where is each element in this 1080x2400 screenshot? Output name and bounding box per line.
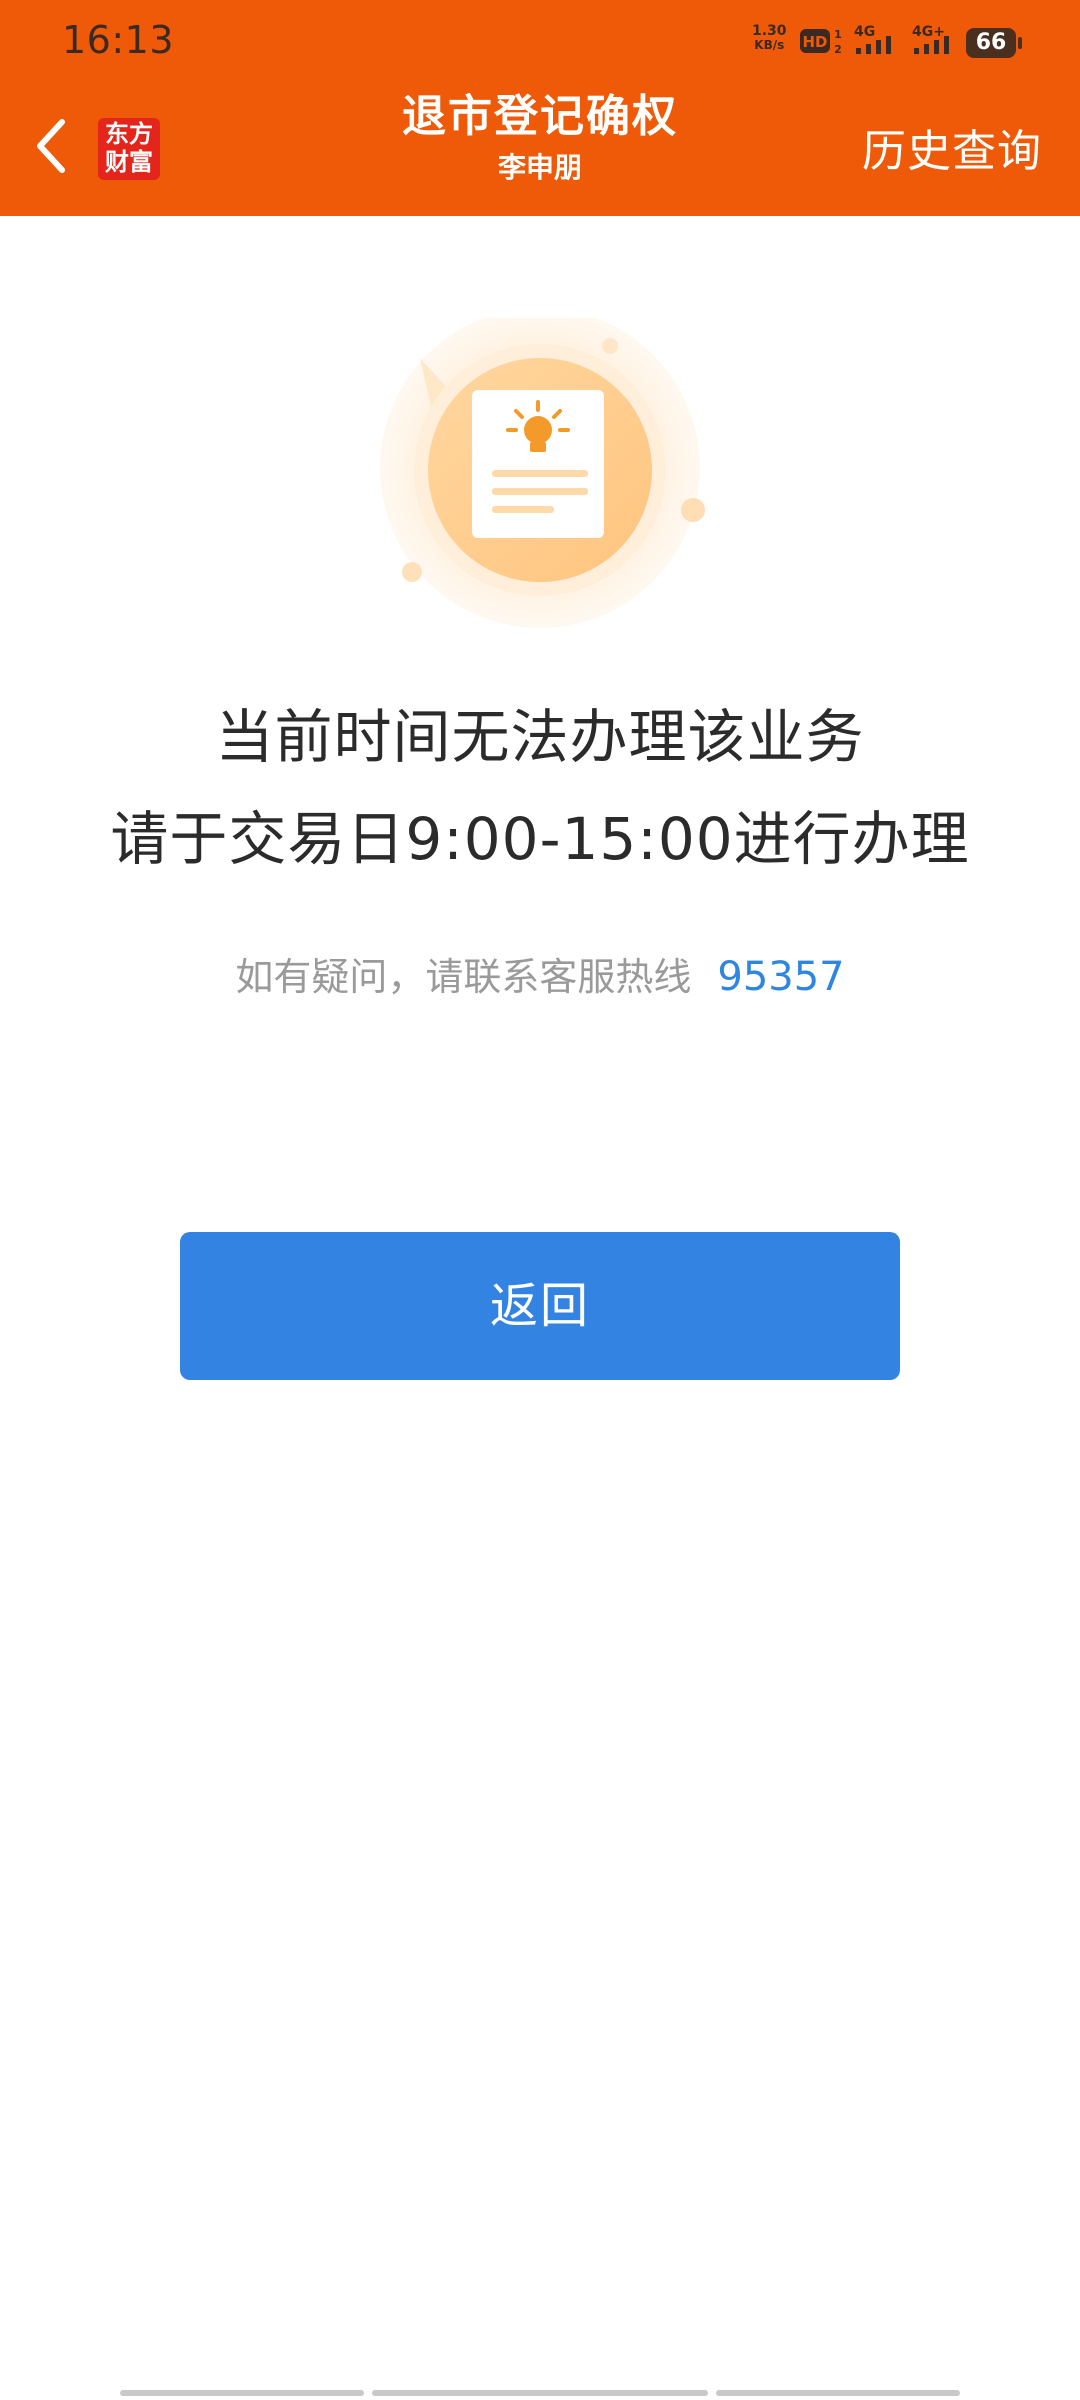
- trading-hours-message: 请于交易日9:00-15:00进行办理: [110, 805, 970, 873]
- svg-text:HD: HD: [802, 33, 827, 51]
- network-speed-value: 1.30: [752, 23, 787, 39]
- nav-indicator-right: [716, 2390, 960, 2396]
- history-query-button[interactable]: 历史查询: [862, 122, 1042, 182]
- svg-text:4G+: 4G+: [912, 24, 945, 40]
- return-button[interactable]: 返回: [180, 1232, 900, 1380]
- nav-indicator-center: [372, 2390, 708, 2396]
- network-speed-unit: KB/s: [754, 38, 785, 52]
- svg-text:4G: 4G: [854, 24, 875, 40]
- signal-icon: 4G: [854, 24, 891, 54]
- document-lightbulb-icon: [380, 318, 705, 628]
- battery-icon: 66: [966, 28, 1022, 58]
- app-header: 16:13 1.30 KB/s HD 1 2 4G 4G+ 66 东方 财富 退…: [0, 0, 1080, 216]
- nav-indicator-left: [120, 2390, 364, 2396]
- svg-text:2: 2: [834, 43, 842, 56]
- status-bar: 16:13 1.30 KB/s HD 1 2 4G 4G+ 66: [0, 0, 1080, 84]
- battery-level: 66: [975, 30, 1007, 55]
- contact-label: 如有疑问，请联系客服热线: [235, 955, 692, 999]
- hd-call-icon: HD 1 2: [800, 28, 842, 56]
- hotline-link[interactable]: 95357: [717, 954, 844, 1000]
- svg-text:1: 1: [834, 28, 842, 41]
- unavailable-message: 当前时间无法办理该业务: [215, 703, 865, 771]
- contact-hint: 如有疑问，请联系客服热线 95357: [0, 946, 1080, 1001]
- status-time: 16:13: [62, 18, 175, 62]
- network-speed: 1.30 KB/s: [752, 24, 787, 52]
- signal-icon: 4G+: [912, 24, 949, 54]
